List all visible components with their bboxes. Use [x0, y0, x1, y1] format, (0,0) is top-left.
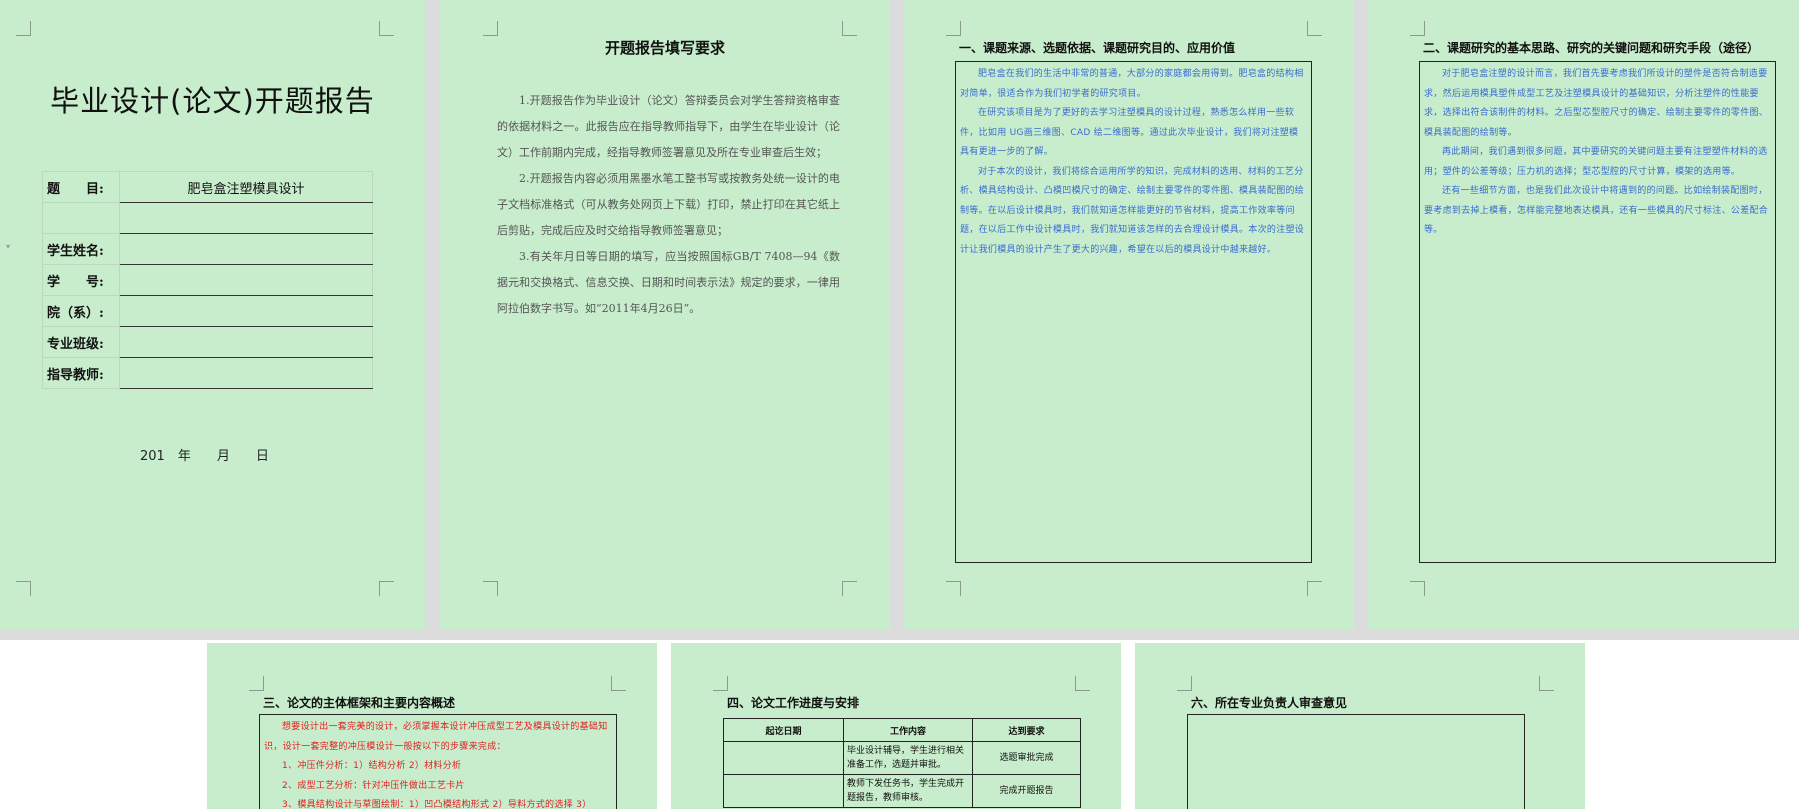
section3-content-box[interactable]: 想要设计出一套完美的设计，必须掌握本设计冲压成型工艺及模具设计的基础知识，设计一…	[259, 714, 617, 809]
crop-mark	[842, 581, 857, 596]
crop-mark	[1539, 676, 1554, 691]
info-row: 专业班级:	[42, 326, 373, 358]
crop-mark	[16, 581, 31, 596]
report-date: 201 年 月 日	[140, 449, 269, 464]
report-title: 毕业设计(论文)开题报告	[50, 84, 375, 118]
document-page-cover: ▾ 毕业设计(论文)开题报告 题 目: 肥皂盒注塑模具设计 学生姓名: 学 号:…	[0, 0, 425, 630]
section1-content-box[interactable]: 肥皂盒在我们的生活中非常的普通，大部分的家庭都会用得到。肥皂盒的结构相对简单，很…	[955, 61, 1312, 563]
section-heading: 一、课题来源、选题依据、课题研究目的、应用价值	[959, 41, 1236, 55]
crop-mark	[1307, 581, 1322, 596]
section-heading: 四、论文工作进度与安排	[727, 696, 860, 710]
column-header: 达到要求	[972, 718, 1081, 742]
section-heading: 六、所在专业负责人审查意见	[1191, 696, 1348, 710]
crop-mark	[1075, 676, 1090, 691]
crop-mark	[946, 581, 961, 596]
body-paragraph: 在研究该项目是为了更好的去学习注塑模具的设计过程，熟悉怎么样用一些软件，比如用 …	[960, 108, 1299, 157]
document-page-section4: 四、论文工作进度与安排 起讫日期 工作内容 达到要求 毕业设计辅导，学生进行相关…	[671, 643, 1121, 809]
crop-mark	[1410, 21, 1425, 36]
info-row: 题 目: 肥皂盒注塑模具设计	[42, 171, 373, 203]
field-label: 学生姓名:	[42, 233, 120, 265]
body-paragraph: 对于本次的设计，我们将综合运用所学的知识，完成材料的选用、材料的工艺分析、模具结…	[960, 166, 1305, 255]
list-item: 1、冲压件分析：1）结构分析 2）材料分析	[282, 761, 462, 771]
column-header: 起讫日期	[723, 718, 844, 742]
crop-mark	[1410, 581, 1425, 596]
crop-mark	[483, 21, 498, 36]
list-item: 3、模具结构设计与草图绘制：1）凹凸模结构形式 2）导料方式的选择 3）	[282, 800, 592, 809]
crop-mark	[483, 581, 498, 596]
body-paragraph: 想要设计出一套完美的设计，必须掌握本设计冲压成型工艺及模具设计的基础知识，设计一…	[264, 722, 608, 752]
crop-mark	[611, 676, 626, 691]
body-paragraph: 肥皂盒在我们的生活中非常的普通，大部分的家庭都会用得到。肥皂盒的结构相对简单，很…	[960, 69, 1304, 99]
document-page-section2: 二、课题研究的基本思路、研究的关键问题和研究手段（途径） 对于肥皂盒注塑的设计而…	[1368, 0, 1799, 630]
body-paragraph: 再此期间，我们遇到很多问题，其中要研究的关键问题主要有注塑塑件材料的选用；塑件的…	[1424, 147, 1768, 177]
field-label: 学 号:	[42, 264, 120, 296]
requirement-paragraph: 1.开题报告作为毕业设计（论文）答辩委员会对学生答辩资格审查的依据材料之一。此报…	[497, 94, 840, 159]
field-label: 专业班级:	[42, 326, 120, 358]
goal-cell[interactable]: 选题审批完成	[972, 741, 1081, 775]
info-row: 学生姓名:	[42, 233, 373, 265]
paragraph-marker: ▾	[6, 242, 11, 251]
crop-mark	[249, 676, 264, 691]
body-paragraph: 还有一些细节方面，也是我们此次设计中将遇到的的问题。比如绘制装配图时，要考虑到去…	[1424, 186, 1769, 235]
date-cell[interactable]	[723, 774, 844, 808]
info-row	[42, 202, 373, 234]
crop-mark	[946, 21, 961, 36]
info-row: 院（系）:	[42, 295, 373, 327]
requirement-paragraph: 2.开题报告内容必须用黑墨水笔工整书写或按教务处统一设计的电子文档标准格式（可从…	[497, 172, 840, 237]
document-page-section3: 三、论文的主体框架和主要内容概述 想要设计出一套完美的设计，必须掌握本设计冲压成…	[207, 643, 657, 809]
document-page-requirements: 开题报告填写要求 1.开题报告作为毕业设计（论文）答辩委员会对学生答辩资格审查的…	[440, 0, 890, 630]
crop-mark	[1177, 676, 1192, 691]
table-header-row: 起讫日期 工作内容 达到要求	[723, 718, 1081, 742]
document-page-section1: 一、课题来源、选题依据、课题研究目的、应用价值 肥皂盒在我们的生活中非常的普通，…	[904, 0, 1354, 630]
column-header: 工作内容	[843, 718, 973, 742]
field-value[interactable]	[119, 295, 373, 327]
field-value[interactable]: 肥皂盒注塑模具设计	[119, 171, 373, 203]
field-value[interactable]	[119, 202, 373, 234]
crop-mark	[379, 21, 394, 36]
cover-info-table: 题 目: 肥皂盒注塑模具设计 学生姓名: 学 号: 院（系）: 专业班级: 指导…	[42, 171, 373, 389]
crop-mark	[842, 21, 857, 36]
field-label: 题 目:	[42, 171, 120, 203]
field-value[interactable]	[119, 326, 373, 358]
document-page-section6: 六、所在专业负责人审查意见	[1135, 643, 1585, 809]
field-label: 指导教师:	[42, 357, 120, 389]
field-label: 院（系）:	[42, 295, 120, 327]
field-label	[42, 202, 120, 234]
schedule-table: 起讫日期 工作内容 达到要求 毕业设计辅导，学生进行相关准备工作，选题并审批。 …	[723, 718, 1081, 808]
requirements-title: 开题报告填写要求	[604, 39, 725, 57]
list-item: 2、成型工艺分析：针对冲压件做出工艺卡片	[282, 780, 465, 791]
requirement-paragraph: 3.有关年月日等日期的填写，应当按照国标GB/T 7408—94《数据元和交换格…	[497, 250, 840, 315]
crop-mark	[379, 581, 394, 596]
goal-cell[interactable]: 完成开题报告	[972, 774, 1081, 808]
field-value[interactable]	[119, 233, 373, 265]
section2-content-box[interactable]: 对于肥皂盒注塑的设计而言，我们首先要考虑我们所设计的塑件是否符合制造要求，然后运…	[1419, 61, 1776, 563]
field-value[interactable]	[119, 357, 373, 389]
info-row: 学 号:	[42, 264, 373, 296]
crop-mark	[16, 21, 31, 36]
section-heading: 三、论文的主体框架和主要内容概述	[263, 696, 456, 710]
work-cell[interactable]: 教师下发任务书，学生完成开题报告，教师审核。	[843, 774, 973, 808]
table-row: 毕业设计辅导，学生进行相关准备工作，选题并审批。 选题审批完成	[723, 741, 1081, 775]
work-cell[interactable]: 毕业设计辅导，学生进行相关准备工作，选题并审批。	[843, 741, 973, 775]
crop-mark	[1307, 21, 1322, 36]
table-row: 教师下发任务书，学生完成开题报告，教师审核。 完成开题报告	[723, 774, 1081, 808]
requirements-body: 1.开题报告作为毕业设计（论文）答辩委员会对学生答辩资格审查的依据材料之一。此报…	[497, 88, 840, 322]
field-value[interactable]	[119, 264, 373, 296]
date-cell[interactable]	[723, 741, 844, 775]
section-heading: 二、课题研究的基本思路、研究的关键问题和研究手段（途径）	[1423, 41, 1760, 55]
crop-mark	[713, 676, 728, 691]
body-paragraph: 对于肥皂盒注塑的设计而言，我们首先要考虑我们所设计的塑件是否符合制造要求，然后运…	[1424, 69, 1769, 138]
info-row: 指导教师:	[42, 357, 373, 389]
review-opinion-box[interactable]	[1187, 714, 1525, 809]
